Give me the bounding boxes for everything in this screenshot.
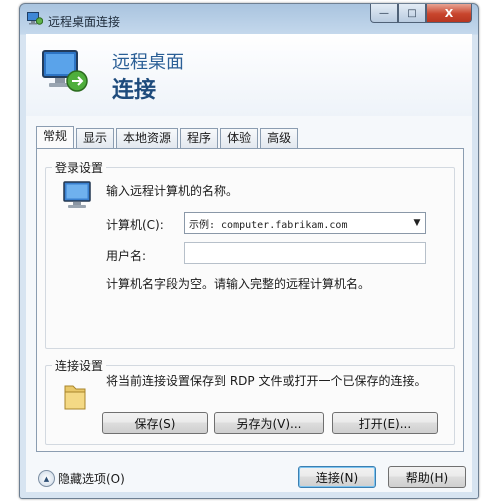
- title-bar[interactable]: 远程桌面连接 — □ X: [20, 4, 478, 34]
- dialog-footer: ▲ 隐藏选项(O) 连接(N) 帮助(H): [26, 454, 472, 492]
- dialog-client: 远程桌面 连接 常规 显示 本地资源 程序 体验 高级 登录设置 输入远程计算机…: [26, 34, 472, 492]
- group-label: 连接设置: [52, 357, 107, 374]
- window-title: 远程桌面连接: [48, 15, 121, 29]
- maximize-button[interactable]: □: [398, 4, 426, 23]
- login-settings-group: 登录设置 输入远程计算机的名称。 计算机(C): 示例: computer.fa…: [45, 159, 455, 349]
- window-controls: — □ X: [370, 4, 472, 23]
- minimize-button[interactable]: —: [370, 4, 398, 23]
- empty-name-hint: 计算机名字段为空。请输入完整的远程计算机名。: [106, 277, 371, 291]
- computer-icon: [63, 181, 91, 208]
- connection-settings-group: 连接设置 将当前连接设置保存到 RDP 文件或打开一个已保存的连接。 保存(S)…: [45, 357, 455, 445]
- computer-combobox-value[interactable]: 示例: computer.fabrikam.com: [185, 216, 409, 231]
- header-subtitle: 连接: [112, 78, 157, 103]
- group-label: 登录设置: [52, 159, 107, 176]
- save-button[interactable]: 保存(S): [102, 412, 208, 434]
- username-label: 用户名:: [106, 249, 147, 263]
- remote-desktop-icon: [27, 12, 43, 25]
- close-button[interactable]: X: [426, 4, 472, 23]
- hide-options-link[interactable]: 隐藏选项(O): [58, 470, 125, 487]
- connection-description: 将当前连接设置保存到 RDP 文件或打开一个已保存的连接。: [106, 374, 427, 388]
- tab-display[interactable]: 显示: [76, 128, 115, 148]
- folder-icon: [64, 385, 86, 410]
- computer-combobox[interactable]: 示例: computer.fabrikam.com ▼: [184, 212, 426, 234]
- chevron-up-icon[interactable]: ▲: [38, 470, 55, 487]
- computer-prompt: 输入远程计算机的名称。: [106, 184, 239, 198]
- username-field[interactable]: [184, 242, 426, 264]
- dialog-header: 远程桌面 连接: [26, 34, 472, 116]
- save-as-button[interactable]: 另存为(V)...: [214, 412, 324, 434]
- general-tab-panel: 登录设置 输入远程计算机的名称。 计算机(C): 示例: computer.fa…: [36, 148, 464, 452]
- rdp-window: 远程桌面连接 — □ X 远程桌面 连接 常规 显示 本地资源 程序 体验 高级…: [19, 3, 479, 499]
- computer-label: 计算机(C):: [106, 218, 164, 232]
- chevron-down-icon[interactable]: ▼: [409, 218, 425, 228]
- tab-experience[interactable]: 体验: [220, 128, 259, 148]
- tab-general[interactable]: 常规: [36, 126, 75, 148]
- remote-desktop-icon: [42, 50, 88, 92]
- connect-button[interactable]: 连接(N): [298, 466, 376, 488]
- tab-advanced[interactable]: 高级: [260, 128, 299, 148]
- tab-programs[interactable]: 程序: [180, 128, 219, 148]
- tab-strip: 常规 显示 本地资源 程序 体验 高级: [36, 126, 300, 148]
- tab-local-resources[interactable]: 本地资源: [116, 128, 179, 148]
- help-button[interactable]: 帮助(H): [388, 466, 466, 488]
- header-title: 远程桌面: [112, 52, 184, 73]
- open-button[interactable]: 打开(E)...: [332, 412, 438, 434]
